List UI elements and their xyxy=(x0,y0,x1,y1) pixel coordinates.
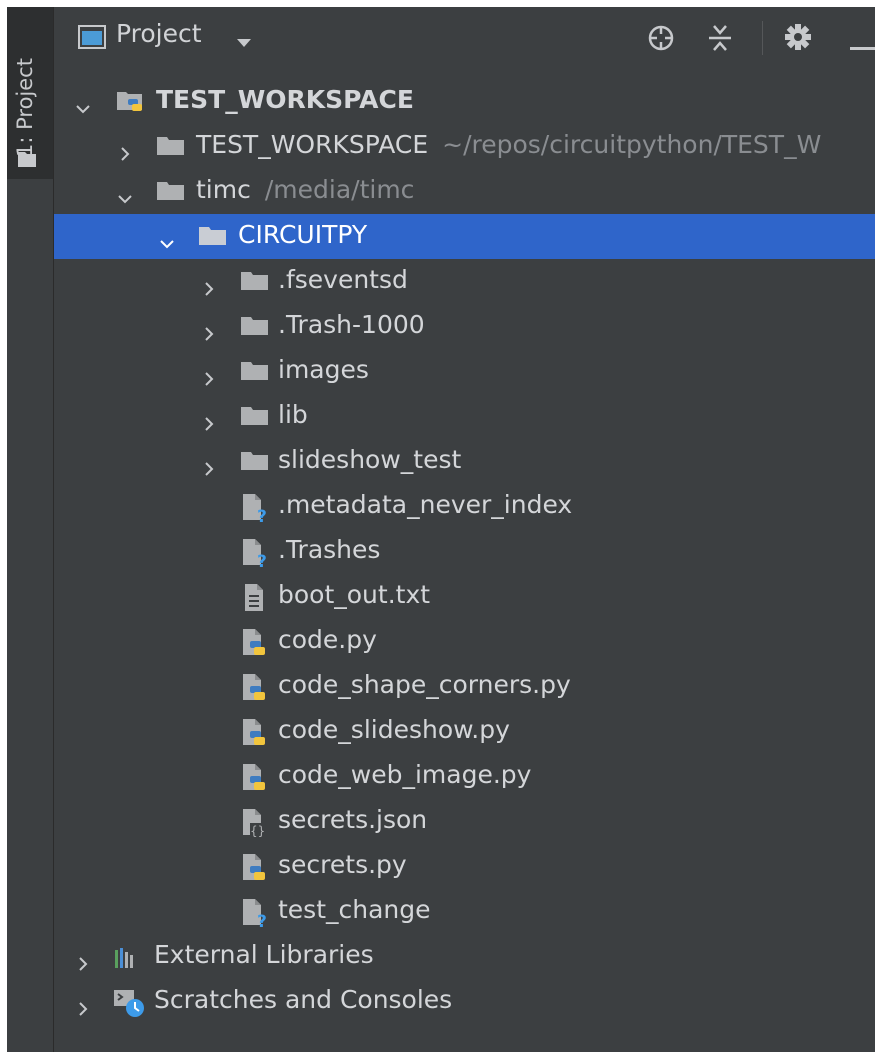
gear-icon[interactable] xyxy=(784,23,812,55)
folder-icon xyxy=(240,268,270,298)
libraries-icon xyxy=(114,946,142,975)
chevron-down-icon[interactable] xyxy=(236,33,252,52)
collapse-all-icon[interactable] xyxy=(707,23,733,57)
tree-node-file[interactable]: ? .metadata_never_index xyxy=(54,484,875,529)
locate-file-icon[interactable] xyxy=(646,23,676,57)
tree-node-path: ~/repos/circuitpython/TEST_W xyxy=(442,130,822,159)
tree-node-label: Scratches and Consoles xyxy=(154,985,453,1014)
tree-node-folder[interactable]: lib xyxy=(54,394,875,439)
tree-node-file[interactable]: code_slideshow.py xyxy=(54,709,875,754)
project-panel: Project TEST_WORKSPACE TEST_WORKSPACE ~/… xyxy=(54,7,875,1052)
tree-node-label: images xyxy=(278,355,369,384)
tree-node-file[interactable]: code_shape_corners.py xyxy=(54,664,875,709)
folder-icon xyxy=(240,403,270,433)
tree-node-label: CIRCUITPY xyxy=(238,220,368,249)
folder-icon xyxy=(156,178,186,208)
chevron-right-icon[interactable] xyxy=(202,363,216,392)
python-module-icon xyxy=(116,88,146,120)
project-stripe-button[interactable]: 1: Project xyxy=(7,7,53,179)
tree-node-label: TEST_WORKSPACE xyxy=(156,85,414,114)
tree-node-file[interactable]: ? test_change xyxy=(54,889,875,934)
tree-node-label: secrets.json xyxy=(278,805,428,834)
tree-node-folder[interactable]: images xyxy=(54,349,875,394)
tree-node-label: .metadata_never_index xyxy=(278,490,573,519)
chevron-right-icon[interactable] xyxy=(202,318,216,347)
project-stripe-label: 1: Project xyxy=(13,58,37,157)
tree-node-label: code_slideshow.py xyxy=(278,715,510,744)
minimize-icon[interactable] xyxy=(850,36,875,55)
tree-node-timc[interactable]: timc/media/timc xyxy=(54,169,875,214)
tree-node-label: timc xyxy=(196,175,251,204)
tree-node-label: External Libraries xyxy=(154,940,374,969)
folder-icon xyxy=(240,358,270,388)
chevron-down-icon[interactable] xyxy=(160,228,174,257)
toolbar-separator xyxy=(762,21,763,55)
tree-node-label: code.py xyxy=(278,625,377,654)
folder-icon xyxy=(240,448,270,478)
tree-node-folder[interactable]: .fseventsd xyxy=(54,259,875,304)
tree-node-scratches[interactable]: Scratches and Consoles xyxy=(54,979,875,1024)
tree-node-label: TEST_WORKSPACE xyxy=(196,130,429,159)
svg-text:?: ? xyxy=(257,912,267,928)
chevron-right-icon[interactable] xyxy=(76,993,90,1022)
tree-node-label: .Trashes xyxy=(278,535,381,564)
svg-text:{}: {} xyxy=(250,824,265,838)
json-file-icon: {} xyxy=(240,808,270,844)
tree-node-folder[interactable]: .Trash-1000 xyxy=(54,304,875,349)
project-tool-window: 1: Project Project TEST_WORKSPACE TEST_W… xyxy=(7,7,875,1052)
tree-node-label: boot_out.txt xyxy=(278,580,431,609)
tree-node-label: slideshow_test xyxy=(278,445,462,474)
unknown-file-icon: ? xyxy=(240,493,270,529)
tree-node-label: .fseventsd xyxy=(278,265,408,294)
tree-node-label: code_shape_corners.py xyxy=(278,670,571,699)
scratches-icon xyxy=(112,988,146,1024)
tree-node-label: lib xyxy=(278,400,308,429)
python-file-icon xyxy=(240,718,270,754)
chevron-down-icon[interactable] xyxy=(76,93,90,122)
chevron-right-icon[interactable] xyxy=(202,273,216,302)
project-view-selector[interactable]: Project xyxy=(116,19,202,48)
tree-node-file[interactable]: ? .Trashes xyxy=(54,529,875,574)
python-file-icon xyxy=(240,763,270,799)
tree-node-file[interactable]: boot_out.txt xyxy=(54,574,875,619)
tree-node-file[interactable]: code_web_image.py xyxy=(54,754,875,799)
tree-node-label: .Trash-1000 xyxy=(278,310,425,339)
folder-icon xyxy=(198,223,228,253)
project-tree: TEST_WORKSPACE TEST_WORKSPACE ~/repos/cir… xyxy=(54,79,875,1024)
chevron-right-icon[interactable] xyxy=(118,138,132,167)
tree-node-path: /media/timc xyxy=(264,175,415,204)
tool-window-stripe: 1: Project xyxy=(7,7,54,1052)
tree-node-workspace[interactable]: TEST_WORKSPACE ~/repos/circuitpython/TEST… xyxy=(54,124,875,169)
python-file-icon xyxy=(240,853,270,889)
chevron-right-icon[interactable] xyxy=(76,948,90,977)
tree-node-folder[interactable]: slideshow_test xyxy=(54,439,875,484)
chevron-right-icon[interactable] xyxy=(202,453,216,482)
tree-node-file[interactable]: {} secrets.json xyxy=(54,799,875,844)
chevron-right-icon[interactable] xyxy=(202,408,216,437)
tree-node-file[interactable]: secrets.py xyxy=(54,844,875,889)
svg-text:?: ? xyxy=(257,507,267,523)
project-view-icon xyxy=(78,25,106,53)
unknown-file-icon: ? xyxy=(240,538,270,574)
folder-icon xyxy=(240,313,270,343)
tree-node-label: code_web_image.py xyxy=(278,760,532,789)
tree-node-circuitpy[interactable]: CIRCUITPY xyxy=(54,214,875,259)
tree-node-label: secrets.py xyxy=(278,850,407,879)
tree-node-external-libraries[interactable]: External Libraries xyxy=(54,934,875,979)
python-file-icon xyxy=(240,673,270,709)
folder-icon xyxy=(156,133,186,163)
text-file-icon xyxy=(240,583,270,619)
svg-text:?: ? xyxy=(257,552,267,568)
tree-node-label: test_change xyxy=(278,895,431,924)
chevron-down-icon[interactable] xyxy=(118,183,132,212)
project-toolbar: Project xyxy=(54,7,875,69)
tree-node-file[interactable]: code.py xyxy=(54,619,875,664)
unknown-file-icon: ? xyxy=(240,898,270,934)
tree-node-root[interactable]: TEST_WORKSPACE xyxy=(54,79,875,124)
python-file-icon xyxy=(240,628,270,664)
